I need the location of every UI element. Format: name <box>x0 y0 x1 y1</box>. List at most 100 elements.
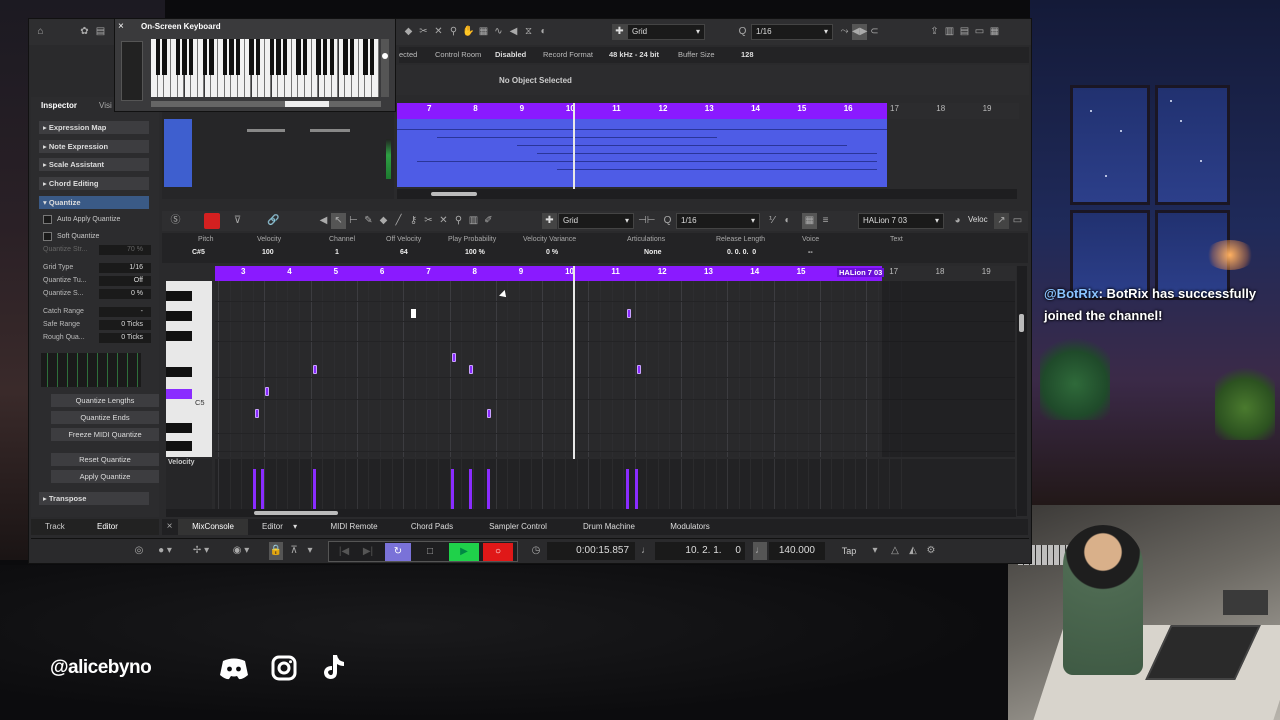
black-key[interactable] <box>323 39 328 75</box>
dropdown-icon[interactable]: ▾ <box>303 542 317 560</box>
velocity-lane[interactable] <box>215 459 1015 509</box>
info-value[interactable]: 64 <box>400 249 408 256</box>
black-key[interactable] <box>189 39 194 75</box>
volume-slider[interactable] <box>247 129 285 132</box>
black-key[interactable] <box>296 39 301 75</box>
black-key[interactable] <box>166 311 192 321</box>
glue-tool-icon[interactable]: ⚷ <box>406 213 421 229</box>
black-key[interactable] <box>202 39 207 75</box>
filter-icon[interactable]: ⊽ <box>230 213 245 229</box>
metronome-icon[interactable]: △ <box>887 542 903 560</box>
erase-tool-icon[interactable]: ◆ <box>376 213 391 229</box>
stop-icon[interactable]: □ <box>417 543 443 561</box>
quantize-ends-button[interactable]: Quantize Ends <box>51 411 159 424</box>
black-key[interactable] <box>269 39 274 75</box>
audition-tool-icon[interactable]: ◀ <box>506 24 521 40</box>
section-expression-map[interactable]: ▸ Expression Map <box>39 121 149 134</box>
upper-scrollbar[interactable] <box>397 189 1017 199</box>
go-to-end-icon[interactable]: ▶| <box>357 543 379 561</box>
tap-tempo-button[interactable]: Tap <box>831 542 867 560</box>
velocity-bar[interactable] <box>469 469 472 509</box>
mute-tool-icon[interactable]: ✕ <box>436 213 451 229</box>
velocity-bar[interactable] <box>253 469 256 509</box>
midi-note[interactable] <box>313 365 317 374</box>
black-key[interactable] <box>166 291 192 301</box>
black-key[interactable] <box>276 39 281 75</box>
tab-drum-machine[interactable]: Drum Machine <box>566 519 652 535</box>
record-mode-icon[interactable]: ● ▾ <box>153 542 177 560</box>
trim-tool-icon[interactable]: ⊢ <box>346 213 361 229</box>
black-key[interactable] <box>370 39 375 75</box>
editor-scrollbar[interactable] <box>166 509 1016 517</box>
midi-note[interactable] <box>255 409 259 418</box>
crossfade-icon[interactable]: ⊂ <box>867 24 882 40</box>
vertical-scroll-thumb[interactable] <box>1019 314 1024 332</box>
split-tool-icon[interactable]: ✂ <box>421 213 436 229</box>
section-scale-assistant[interactable]: ▸ Scale Assistant <box>39 158 149 171</box>
section-chord-editing[interactable]: ▸ Chord Editing <box>39 177 149 190</box>
info-value[interactable]: 1 <box>335 249 339 256</box>
tab-chord-pads[interactable]: Chord Pads <box>394 519 470 535</box>
drumstick-icon[interactable]: ▥ <box>466 213 481 229</box>
tab-midi-remote[interactable]: MIDI Remote <box>316 519 392 535</box>
sync-icon[interactable]: ◎ <box>131 542 147 560</box>
erase-tool-icon[interactable]: ◆ <box>401 24 416 40</box>
midi-note[interactable] <box>265 387 269 396</box>
velocity-bar[interactable] <box>451 469 454 509</box>
midi-note[interactable] <box>637 365 641 374</box>
range-bar[interactable] <box>151 101 381 107</box>
marker-icon[interactable]: ⊼ <box>287 542 301 560</box>
info-value[interactable]: 0 % <box>546 249 558 256</box>
black-key[interactable] <box>316 39 321 75</box>
octave-handle[interactable] <box>382 53 388 59</box>
black-key[interactable] <box>166 423 192 433</box>
zoom-tool-icon[interactable]: ⚲ <box>451 213 466 229</box>
metronome-settings-icon[interactable]: ⚙ <box>923 542 939 560</box>
buffer-size-label[interactable]: Buffer Size <box>678 47 715 63</box>
velocity-bar[interactable] <box>626 469 629 509</box>
audition-icon[interactable]: ◀ <box>316 213 331 229</box>
clock-icon[interactable]: ◷ <box>529 542 543 560</box>
black-key[interactable] <box>343 39 348 75</box>
safe-range-value[interactable]: 0 Ticks <box>99 320 151 330</box>
color-icon[interactable]: ◐ <box>780 213 795 229</box>
velocity-bar[interactable] <box>487 469 490 509</box>
record-format-label[interactable]: Record Format <box>543 47 593 63</box>
tempo-display[interactable]: 140.000 <box>769 542 825 560</box>
quantize-icon[interactable]: Q <box>735 24 750 40</box>
tab-visibility[interactable]: Visi <box>99 101 112 110</box>
select-tool-icon[interactable]: ↖ <box>331 213 346 229</box>
close-icon[interactable]: × <box>118 21 124 32</box>
black-key[interactable] <box>175 39 181 75</box>
tab-sampler-control[interactable]: Sampler Control <box>472 519 564 535</box>
line-tool-icon[interactable]: ∿ <box>491 24 506 40</box>
timewarp-tool-icon[interactable]: ⧖ <box>521 24 536 40</box>
black-key[interactable] <box>303 39 308 75</box>
midi-note[interactable] <box>452 353 456 362</box>
pitchbend-wheel[interactable] <box>121 41 143 101</box>
velocity-bar[interactable] <box>635 469 638 509</box>
pencil-icon[interactable]: ✐ <box>481 213 496 229</box>
black-key[interactable] <box>166 441 192 451</box>
list-icon[interactable]: ≡ <box>818 213 833 229</box>
split-tool-icon[interactable]: ✂ <box>416 24 431 40</box>
comp-tool-icon[interactable]: ▦ <box>476 24 491 40</box>
quantize-lengths-button[interactable]: Quantize Lengths <box>51 394 159 407</box>
bars-display[interactable]: 10. 2. 1. 0 <box>655 542 745 560</box>
quantize-tuplet-value[interactable]: Off <box>99 276 151 286</box>
control-room-label[interactable]: Control Room <box>435 47 481 63</box>
instagram-icon[interactable] <box>268 655 300 683</box>
upper-scroll-thumb[interactable] <box>431 192 477 196</box>
solo-editor-icon[interactable]: Ⓢ <box>168 213 183 229</box>
black-key[interactable] <box>209 39 214 75</box>
quantize-swing-value[interactable]: 0 % <box>99 289 151 299</box>
black-key[interactable] <box>363 39 368 75</box>
play-icon[interactable]: ▶ <box>449 543 479 561</box>
midi-note[interactable] <box>627 309 631 318</box>
info-value[interactable]: None <box>644 249 662 256</box>
tab-editor-lower[interactable]: Editor ▾ <box>250 519 314 535</box>
editor-ruler[interactable]: 3 4 5 6 7 8 9 10 11 12 13 14 15 17 18 19 <box>215 266 1015 281</box>
grid-type-value[interactable]: 1/16 <box>99 263 151 273</box>
cycle-icon[interactable]: ↻ <box>385 543 411 561</box>
velocity-bar[interactable] <box>261 469 264 509</box>
